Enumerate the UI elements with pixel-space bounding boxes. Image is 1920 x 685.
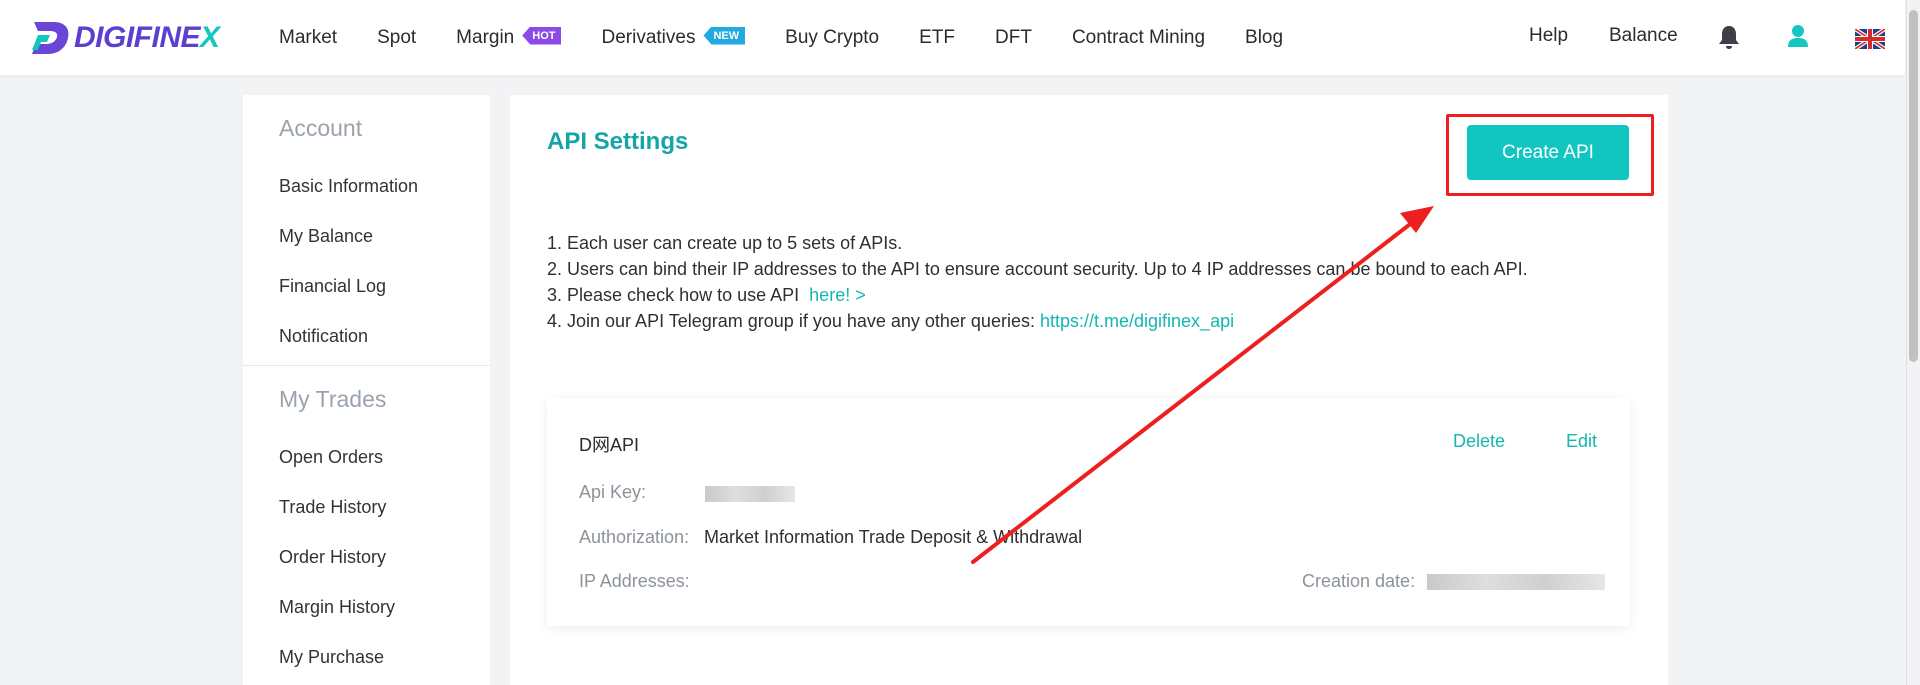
hot-badge: HOT	[522, 26, 562, 45]
api-docs-link[interactable]: here! >	[809, 285, 866, 305]
sidebar-heading-my-trades: My Trades	[279, 386, 387, 412]
note-line-3-text: 3. Please check how to use API	[547, 285, 800, 305]
authorization-value: Market Information Trade Deposit & Withd…	[704, 527, 1083, 547]
logo-mark-icon	[32, 22, 69, 54]
nav-etf-label: ETF	[919, 26, 956, 48]
nav-dft-label: DFT	[995, 26, 1032, 48]
note-line-1: 1. Each user can create up to 5 sets of …	[547, 233, 903, 253]
sidebar-item-my-balance[interactable]: My Balance	[243, 211, 490, 261]
digifinex-logo[interactable]: DIGIFINEX	[28, 18, 220, 58]
nav-market-label: Market	[279, 26, 338, 48]
nav-market[interactable]: Market	[279, 27, 337, 49]
main-menu: Market Spot Margin HOT Derivatives NEW Buy…	[279, 0, 1323, 75]
page-title: API Settings	[547, 128, 689, 155]
nav-buy-crypto-label: Buy Crypto	[785, 26, 880, 48]
note-line-2: 2. Users can bind their IP addresses to …	[547, 259, 1528, 279]
nav-margin[interactable]: Margin HOT	[456, 26, 562, 49]
sidebar-item-open-orders[interactable]: Open Orders	[243, 432, 490, 482]
sidebar-item-margin-history[interactable]: Margin History	[243, 582, 490, 632]
note-line-3: 3. Please check how to use API here! >	[547, 282, 1528, 308]
ip-addresses-label: IP Addresses:	[579, 571, 690, 591]
nav-contract-mining-label: Contract Mining	[1071, 26, 1206, 48]
nav-blog[interactable]: Blog	[1245, 27, 1283, 49]
sidebar-item-trade-history[interactable]: Trade History	[243, 482, 490, 532]
api-name: D网API	[579, 435, 640, 455]
api-key-label: Api Key:	[579, 482, 647, 502]
nav-spot-label: Spot	[377, 26, 417, 48]
annotation-highlight-box	[1446, 114, 1654, 196]
nav-contract-mining[interactable]: Contract Mining	[1072, 27, 1205, 49]
nav-etf[interactable]: ETF	[919, 27, 955, 49]
nav-buy-crypto[interactable]: Buy Crypto	[785, 27, 879, 49]
nav-derivatives[interactable]: Derivatives NEW	[601, 26, 746, 49]
api-key-card: D网API Delete Edit Api Key: Authorization…	[547, 398, 1630, 626]
note-line-4-text: 4. Join our API Telegram group if you ha…	[547, 311, 1035, 331]
sidebar-item-my-purchase[interactable]: My Purchase	[243, 632, 490, 682]
nav-derivatives-label: Derivatives	[601, 26, 696, 48]
nav-help-label: Help	[1529, 25, 1569, 46]
nav-blog-label: Blog	[1245, 26, 1284, 48]
account-sidebar: Account Basic Information My Balance Fin…	[243, 95, 490, 685]
edit-api-link[interactable]: Edit	[1566, 431, 1597, 452]
sidebar-item-notification[interactable]: Notification	[243, 311, 490, 361]
nav-balance-label: Balance	[1609, 25, 1678, 46]
nav-margin-label: Margin	[456, 26, 515, 48]
logo-x-letter: X	[200, 21, 220, 54]
note-line-4: 4. Join our API Telegram group if you ha…	[547, 308, 1528, 334]
user-icon[interactable]	[1787, 23, 1809, 49]
scrollbar-divider	[1906, 0, 1907, 685]
uk-flag-icon[interactable]	[1855, 29, 1885, 49]
creation-date-label: Creation date:	[1302, 571, 1416, 591]
scrollbar-thumb[interactable]	[1909, 10, 1918, 362]
telegram-link[interactable]: https://t.me/digifinex_api	[1040, 311, 1234, 331]
nav-spot[interactable]: Spot	[377, 27, 416, 49]
creation-date-value-redacted	[1427, 574, 1605, 590]
sidebar-item-order-history[interactable]: Order History	[243, 532, 490, 582]
delete-api-link[interactable]: Delete	[1453, 431, 1505, 452]
api-key-value-redacted	[705, 486, 795, 502]
api-notes: 1. Each user can create up to 5 sets of …	[547, 230, 1528, 334]
sidebar-item-financial-log[interactable]: Financial Log	[243, 261, 490, 311]
bell-icon[interactable]	[1718, 24, 1740, 50]
sidebar-heading-account: Account	[279, 115, 363, 141]
new-badge: NEW	[703, 26, 746, 45]
logo-text: DIGIFINEX	[74, 21, 220, 54]
nav-balance[interactable]: Balance	[1609, 25, 1678, 47]
authorization-label: Authorization:	[579, 527, 690, 547]
nav-help[interactable]: Help	[1529, 25, 1568, 47]
sidebar-item-basic-information[interactable]: Basic Information	[243, 161, 490, 211]
nav-dft[interactable]: DFT	[995, 27, 1032, 49]
